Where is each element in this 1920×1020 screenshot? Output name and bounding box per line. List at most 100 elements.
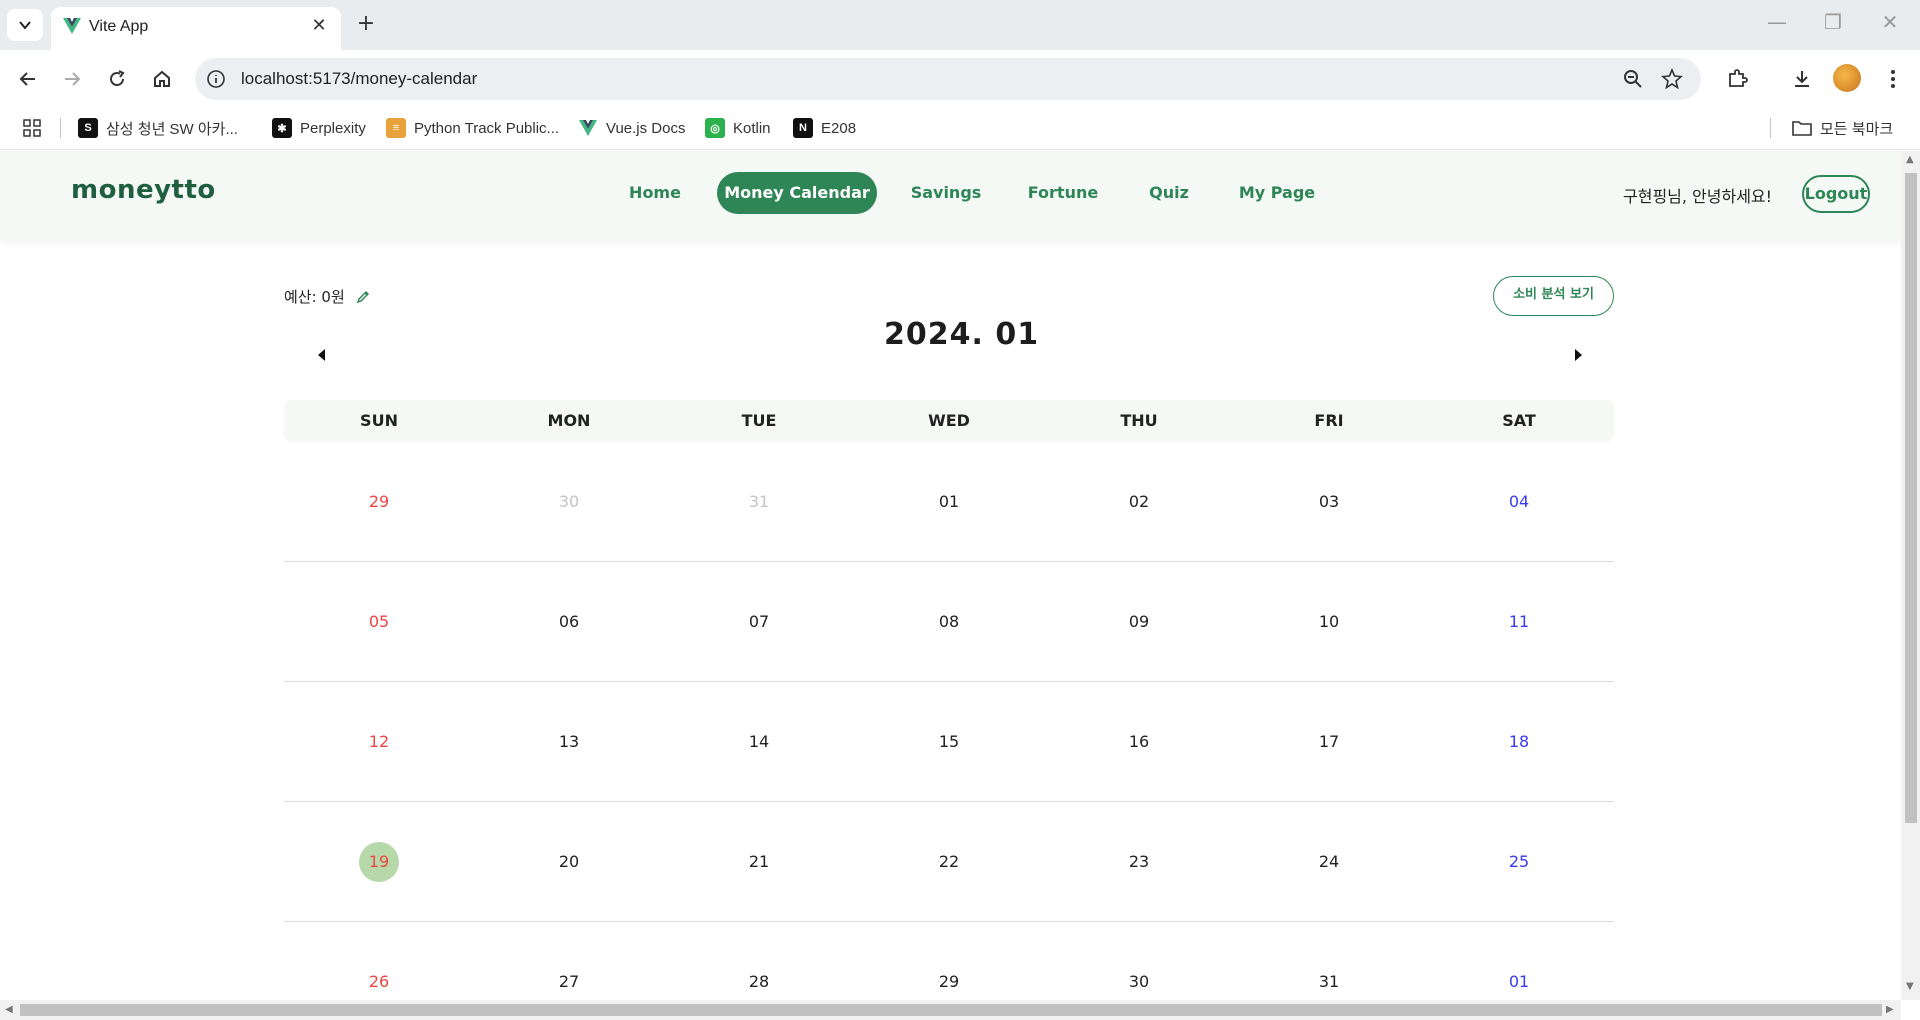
logout-button[interactable]: Logout [1802,175,1870,213]
minimize-button[interactable]: — [1757,10,1797,34]
calendar-day-cell[interactable]: 05 [284,562,474,682]
address-bar[interactable]: localhost:5173/money-calendar [195,58,1701,100]
calendar-day-cell[interactable]: 25 [1424,802,1614,922]
calendar-day-cell[interactable]: 24 [1234,802,1424,922]
browser-tab[interactable]: Vite App ✕ [51,7,341,50]
new-tab-button[interactable]: + [352,11,380,36]
calendar-day-cell[interactable]: 18 [1424,682,1614,802]
weekday-tue: TUE [741,411,777,430]
calendar-day-cell[interactable]: 26 [284,922,474,1000]
calendar-day-cell[interactable]: 08 [854,562,1044,682]
nav-quiz[interactable]: Quiz [1136,172,1202,214]
chevron-down-icon [19,21,31,30]
scroll-up-icon[interactable]: ▲ [1906,154,1914,165]
vertical-scrollbar[interactable]: ▲ ▼ [1901,151,1920,1000]
calendar-day-cell[interactable]: 02 [1044,442,1234,562]
forward-button[interactable] [57,64,87,94]
bookmark-python-track[interactable]: ≡ Python Track Public... [386,117,559,139]
day-number: 13 [558,732,580,751]
calendar-day-cell[interactable]: 27 [474,922,664,1000]
downloads-button[interactable] [1789,66,1815,92]
calendar-day-cell[interactable]: 30 [1044,922,1234,1000]
day-number: 20 [558,852,580,871]
calendar-day-cell[interactable]: 12 [284,682,474,802]
day-number: 15 [938,732,960,751]
budget-label: 예산: 0원 [284,288,345,306]
calendar-day-cell[interactable]: 21 [664,802,854,922]
info-icon[interactable] [205,68,227,90]
calendar-day-cell[interactable]: 31 [664,442,854,562]
calendar-day-cell[interactable]: 14 [664,682,854,802]
scroll-left-icon[interactable]: ◀ [5,1004,13,1015]
bookmark-samsung[interactable]: S 삼성 청년 SW 아카... [78,117,238,139]
vue-icon [63,18,81,34]
vertical-scroll-thumb[interactable] [1905,173,1917,823]
calendar-day-cell[interactable]: 01 [1424,922,1614,1000]
tab-close-button[interactable]: ✕ [307,15,331,36]
calendar-day-cell[interactable]: 16 [1044,682,1234,802]
calendar-day-cell[interactable]: 01 [854,442,1044,562]
url-text[interactable]: localhost:5173/money-calendar [241,69,477,89]
bookmarks-bar: S 삼성 청년 SW 아카... ✱ Perplexity ≡ Python T… [0,106,1920,150]
calendar-day-cell[interactable]: 11 [1424,562,1614,682]
calendar-day-cell[interactable]: 10 [1234,562,1424,682]
pencil-icon[interactable] [355,289,371,305]
folder-icon [1792,121,1812,136]
calendar-week-row: 05 06 07 08 09 10 11 [284,562,1614,682]
extensions-button[interactable] [1724,66,1750,92]
browser-menu-button[interactable] [1880,66,1906,92]
vue-icon [579,120,597,136]
next-month-icon[interactable] [1568,345,1588,365]
nav-money-calendar[interactable]: Money Calendar [717,172,877,214]
calendar-day-cell[interactable]: 06 [474,562,664,682]
horizontal-scroll-thumb[interactable] [20,1004,1882,1016]
reload-button[interactable] [102,64,132,94]
calendar-day-cell[interactable]: 07 [664,562,854,682]
arrow-right-icon [65,72,81,86]
apps-grid-icon[interactable] [22,118,42,138]
samsung-icon: S [78,118,98,138]
nav-home[interactable]: Home [617,172,693,214]
bookmark-kotlin[interactable]: ◎ Kotlin [705,117,771,139]
calendar-day-cell[interactable]: 31 [1234,922,1424,1000]
scroll-right-icon[interactable]: ▶ [1886,1004,1894,1015]
spending-analysis-button[interactable]: 소비 분석 보기 [1493,276,1614,316]
day-number: 29 [938,972,960,991]
app-logo[interactable]: moneytto [71,175,216,205]
zoom-icon[interactable] [1622,68,1644,90]
tab-search-button[interactable] [7,9,43,41]
bookmark-perplexity[interactable]: ✱ Perplexity [272,117,366,139]
calendar-day-cell[interactable]: 13 [474,682,664,802]
calendar-day-cell[interactable]: 29 [284,442,474,562]
back-button[interactable] [13,64,43,94]
calendar-day-cell[interactable]: 28 [664,922,854,1000]
close-window-button[interactable]: ✕ [1870,10,1910,34]
kebab-menu-icon [1891,70,1895,88]
nav-my-page[interactable]: My Page [1232,172,1322,214]
calendar-day-cell[interactable]: 20 [474,802,664,922]
calendar-day-cell[interactable]: 04 [1424,442,1614,562]
scroll-down-icon[interactable]: ▼ [1906,981,1914,992]
calendar-day-cell[interactable]: 03 [1234,442,1424,562]
all-bookmarks-button[interactable]: 모든 북마크 [1792,117,1893,139]
calendar-day-cell[interactable]: 29 [854,922,1044,1000]
calendar-day-cell[interactable]: 19 [284,802,474,922]
bookmark-vuejs-docs[interactable]: Vue.js Docs [578,117,685,139]
restore-button[interactable]: ❐ [1813,10,1853,34]
star-icon[interactable] [1661,68,1683,90]
prev-month-icon[interactable] [312,345,332,365]
profile-avatar[interactable] [1833,64,1861,92]
calendar-day-cell[interactable]: 22 [854,802,1044,922]
horizontal-scrollbar[interactable]: ◀ ▶ [0,1000,1901,1020]
calendar-day-cell[interactable]: 17 [1234,682,1424,802]
nav-savings[interactable]: Savings [902,172,990,214]
browser-toolbar: localhost:5173/money-calendar [0,50,1920,106]
calendar-day-cell[interactable]: 23 [1044,802,1234,922]
calendar-day-cell[interactable]: 30 [474,442,664,562]
nav-fortune[interactable]: Fortune [1018,172,1108,214]
home-button[interactable] [147,64,177,94]
bookmark-e208[interactable]: N E208 [793,117,856,139]
calendar-day-cell[interactable]: 09 [1044,562,1234,682]
calendar-day-cell[interactable]: 15 [854,682,1044,802]
day-number: 14 [748,732,770,751]
